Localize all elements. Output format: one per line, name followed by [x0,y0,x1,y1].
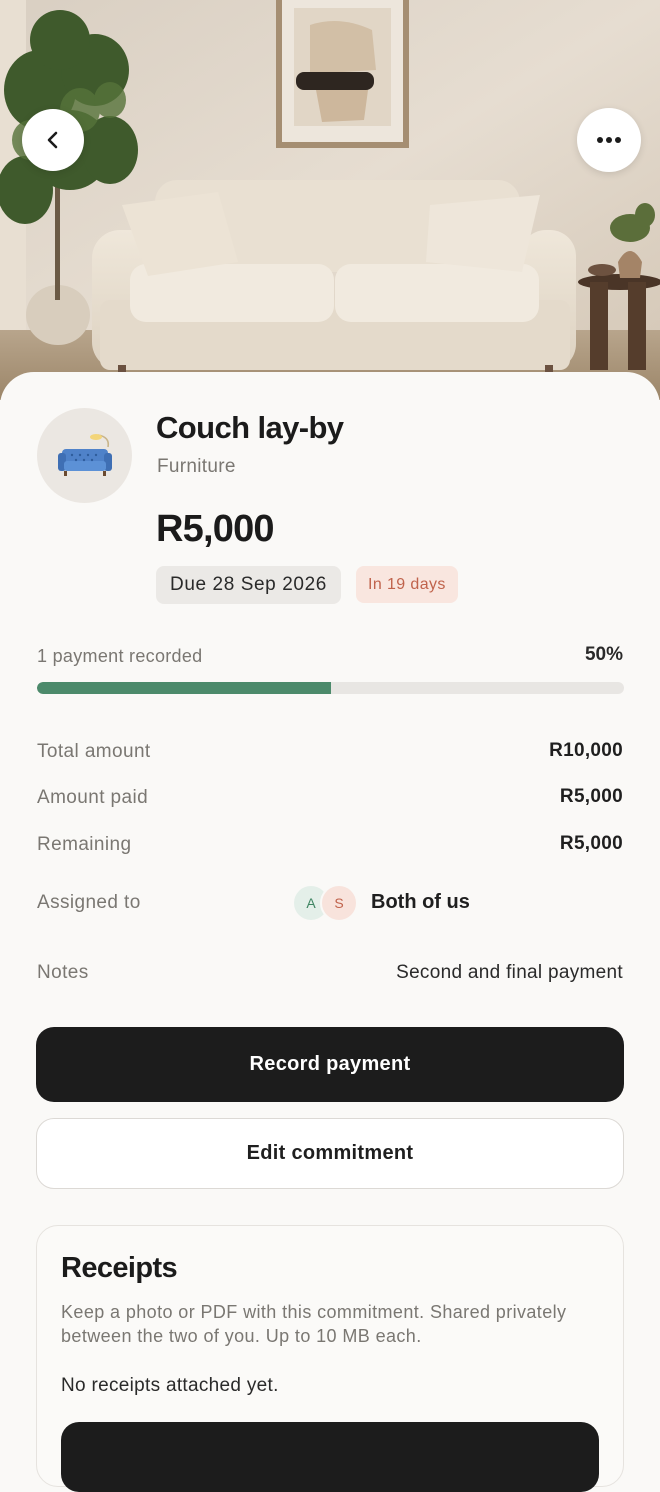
assignee-avatar-s: S [320,884,358,922]
commitment-title: Couch lay-by [156,410,344,445]
hero-image [0,0,660,400]
commitment-avatar [37,408,132,503]
notes-label: Notes [37,962,89,983]
back-button[interactable] [22,109,84,171]
edit-commitment-button[interactable]: Edit commitment [36,1118,624,1189]
due-countdown-badge: In 19 days [356,566,458,603]
detail-sheet: Couch lay-by Furniture R5,000 Due 28 Sep… [0,372,660,1492]
commitment-category: Furniture [157,456,236,477]
total-amount-label: Total amount [37,741,151,762]
couch-photo [0,0,660,400]
amount-paid-value: R5,000 [559,786,623,807]
chevron-left-icon [47,131,58,149]
assigned-to-label: Assigned to [37,892,141,913]
attach-receipt-button[interactable] [61,1422,599,1492]
notes-value: Second and final payment [396,962,623,983]
progress-bar [37,682,624,694]
commitment-amount: R5,000 [156,508,275,550]
receipts-empty-state: No receipts attached yet. [61,1375,279,1396]
couch-icon [57,433,112,476]
more-options-button[interactable] [577,108,641,172]
remaining-value: R5,000 [559,833,623,854]
receipts-description: Keep a photo or PDF with this commitment… [61,1302,567,1346]
receipts-card: Receipts Keep a photo or PDF with this c… [36,1225,624,1492]
assignee-name: Both of us [371,891,470,913]
assignee-avatars: A S [292,884,362,922]
due-date-chip: Due 28 Sep 2026 [156,566,341,604]
amount-paid-label: Amount paid [37,787,149,808]
progress-percent: 50% [584,644,623,665]
more-horizontal-icon [597,137,621,143]
receipts-title: Receipts [61,1252,178,1284]
remaining-label: Remaining [37,834,132,855]
payments-recorded-label: 1 payment recorded [37,646,203,666]
record-payment-button[interactable]: Record payment [36,1027,624,1102]
total-amount-value: R10,000 [549,740,623,761]
progress-bar-fill [37,682,331,694]
